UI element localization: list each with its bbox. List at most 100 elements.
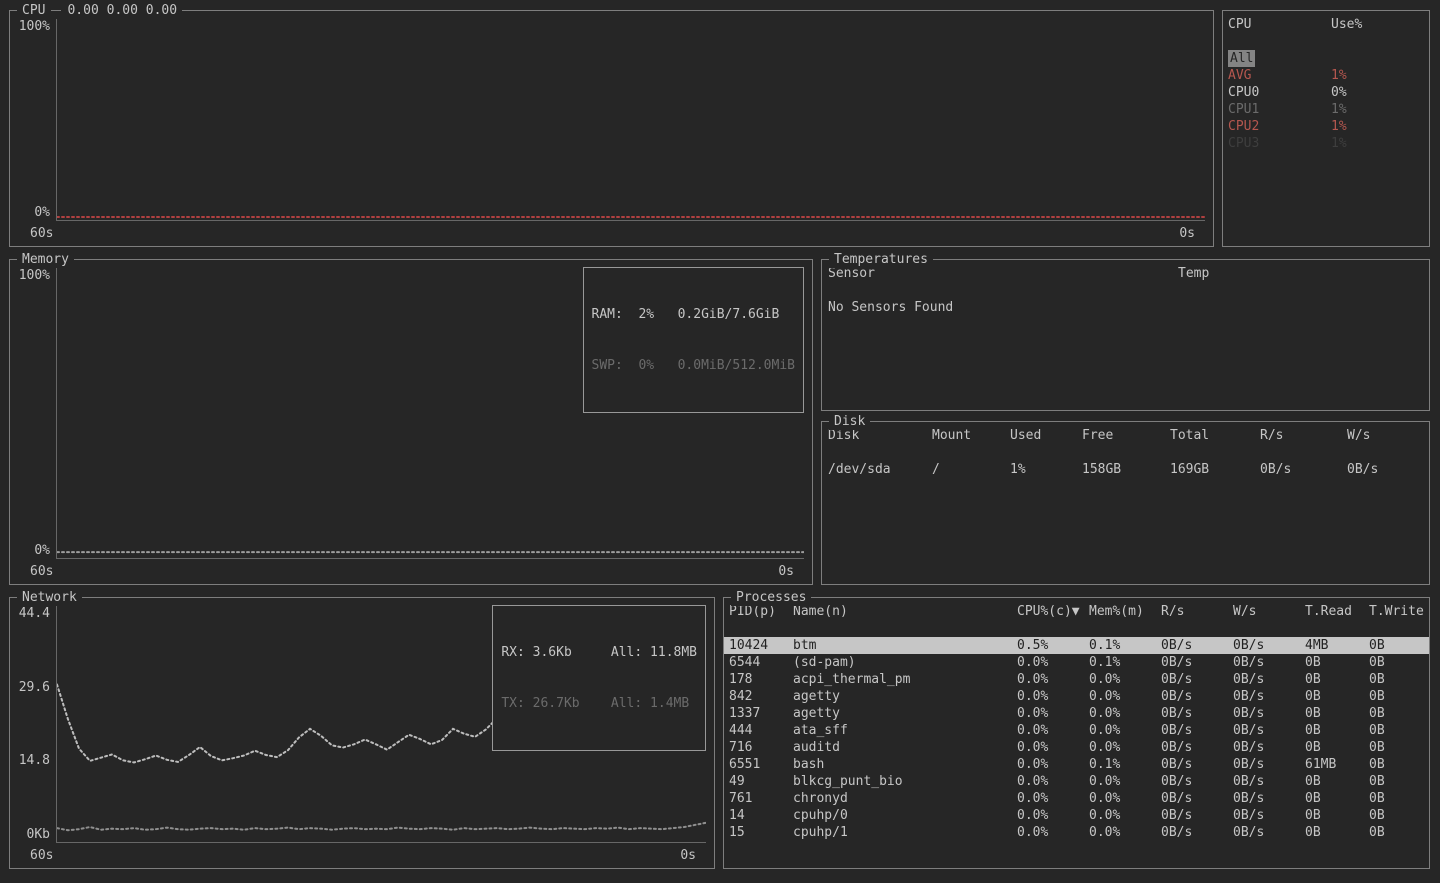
memory-legend: RAM: 2% 0.2GiB/7.6GiB SWP: 0% 0.0MiB/512… — [583, 267, 805, 413]
process-col-mem[interactable]: Mem%(m) — [1089, 603, 1161, 620]
process-cell-cpu: 0.0% — [1017, 756, 1089, 773]
cpu-legend-row-cpu2[interactable]: CPU21% — [1223, 118, 1429, 135]
process-cell-cpu: 0.0% — [1017, 739, 1089, 756]
process-row-blkcg_punt_bio[interactable]: 49blkcg_punt_bio0.0%0.0%0B/s0B/s0B0B — [724, 773, 1429, 790]
process-cell-tread: 0B — [1305, 807, 1369, 824]
process-cell-pid: 178 — [729, 671, 793, 688]
disk-col-used[interactable]: Used — [1010, 427, 1082, 444]
process-col-twrite[interactable]: T.Write — [1369, 603, 1429, 620]
cpu-y-max-label: 100% — [14, 18, 50, 35]
process-cell-w: 0B/s — [1233, 671, 1305, 688]
graph-line-rx-rate — [57, 823, 706, 830]
cpu-legend-row-cpu3[interactable]: CPU31% — [1223, 135, 1429, 152]
disk-col-ws[interactable]: W/s — [1347, 427, 1429, 444]
memory-x-left-label: 60s — [30, 563, 53, 580]
process-cell-pid: 6544 — [729, 654, 793, 671]
process-cell-r: 0B/s — [1161, 705, 1233, 722]
processes-header: PID(p) Name(n) CPU%(c)▼ Mem%(m) R/s W/s … — [724, 603, 1429, 620]
process-row-(sd-pam)[interactable]: 6544(sd-pam)0.0%0.1%0B/s0B/s0B0B — [724, 654, 1429, 671]
process-cell-pid: 842 — [729, 688, 793, 705]
temperatures-col-temp[interactable]: Temp — [1178, 265, 1429, 282]
process-cell-twrite: 0B — [1369, 739, 1429, 756]
memory-x-right-label: 0s — [778, 563, 794, 580]
process-cell-tread: 0B — [1305, 790, 1369, 807]
disk-col-mount[interactable]: Mount — [932, 427, 1010, 444]
process-row-acpi_thermal_pm[interactable]: 178acpi_thermal_pm0.0%0.0%0B/s0B/s0B0B — [724, 671, 1429, 688]
middle-row: Memory 100% 0% RAM: 2% 0.2GiB/7.6GiB SWP… — [9, 259, 1430, 585]
process-row-auditd[interactable]: 716auditd0.0%0.0%0B/s0B/s0B0B — [724, 739, 1429, 756]
disk-row[interactable]: /dev/sda / 1% 158GB 169GB 0B/s 0B/s — [822, 461, 1429, 478]
process-cell-twrite: 0B — [1369, 671, 1429, 688]
process-cell-name: agetty — [793, 688, 1017, 705]
bottom-row: Network 44.4 29.6 14.8 0Kb RX: 3.6Kb All… — [9, 597, 1430, 869]
process-cell-cpu: 0.5% — [1017, 637, 1089, 654]
process-row-cpuhp/1[interactable]: 15cpuhp/10.0%0.0%0B/s0B/s0B0B — [724, 824, 1429, 841]
disk-col-total[interactable]: Total — [1170, 427, 1260, 444]
cpu-legend-col-use[interactable]: Use% — [1331, 16, 1429, 33]
process-cell-twrite: 0B — [1369, 824, 1429, 841]
process-cell-r: 0B/s — [1161, 807, 1233, 824]
process-col-ws[interactable]: W/s — [1233, 603, 1305, 620]
disk-cell-rs: 0B/s — [1260, 461, 1347, 478]
memory-y-axis: 100% 0% — [14, 267, 56, 559]
process-col-tread[interactable]: T.Read — [1305, 603, 1369, 620]
cpu-legend-col-cpu[interactable]: CPU — [1228, 16, 1331, 33]
cpu-legend-row-cpu1[interactable]: CPU11% — [1223, 101, 1429, 118]
process-cell-cpu: 0.0% — [1017, 773, 1089, 790]
process-col-rs[interactable]: R/s — [1161, 603, 1233, 620]
process-cell-mem: 0.0% — [1089, 824, 1161, 841]
process-cell-mem: 0.0% — [1089, 705, 1161, 722]
process-cell-w: 0B/s — [1233, 705, 1305, 722]
process-row-cpuhp/0[interactable]: 14cpuhp/00.0%0.0%0B/s0B/s0B0B — [724, 807, 1429, 824]
process-cell-twrite: 0B — [1369, 654, 1429, 671]
process-cell-twrite: 0B — [1369, 790, 1429, 807]
process-cell-name: (sd-pam) — [793, 654, 1017, 671]
memory-panel[interactable]: Memory 100% 0% RAM: 2% 0.2GiB/7.6GiB SWP… — [9, 259, 813, 585]
process-cell-name: blkcg_punt_bio — [793, 773, 1017, 790]
process-cell-pid: 49 — [729, 773, 793, 790]
disk-col-rs[interactable]: R/s — [1260, 427, 1347, 444]
process-row-agetty[interactable]: 1337agetty0.0%0.0%0B/s0B/s0B0B — [724, 705, 1429, 722]
process-cell-cpu: 0.0% — [1017, 722, 1089, 739]
cpu-graph-canvas — [57, 18, 1205, 220]
process-row-btm[interactable]: 10424btm0.5%0.1%0B/s0B/s4MB0B — [724, 637, 1429, 654]
cpu-legend-panel[interactable]: CPU Use% AllAVG1%CPU00%CPU11%CPU21%CPU31… — [1222, 10, 1430, 247]
process-col-name[interactable]: Name(n) — [793, 603, 1017, 620]
disk-panel[interactable]: Disk Disk Mount Used Free Total R/s W/s … — [821, 421, 1430, 585]
process-cell-w: 0B/s — [1233, 756, 1305, 773]
disk-header: Disk Mount Used Free Total R/s W/s — [822, 427, 1429, 444]
process-cell-tread: 0B — [1305, 705, 1369, 722]
process-cell-cpu: 0.0% — [1017, 824, 1089, 841]
process-col-cpu[interactable]: CPU%(c)▼ — [1017, 603, 1089, 620]
process-cell-tread: 0B — [1305, 688, 1369, 705]
cpu-legend-row-avg[interactable]: AVG1% — [1223, 67, 1429, 84]
processes-panel[interactable]: Processes PID(p) Name(n) CPU%(c)▼ Mem%(m… — [723, 597, 1430, 869]
disk-col-free[interactable]: Free — [1082, 427, 1170, 444]
process-row-bash[interactable]: 6551bash0.0%0.1%0B/s0B/s61MB0B — [724, 756, 1429, 773]
temperatures-panel[interactable]: Temperatures Sensor Temp No Sensors Foun… — [821, 259, 1430, 411]
process-row-chronyd[interactable]: 761chronyd0.0%0.0%0B/s0B/s0B0B — [724, 790, 1429, 807]
cpu-x-left-label: 60s — [30, 225, 53, 242]
process-row-ata_sff[interactable]: 444ata_sff0.0%0.0%0B/s0B/s0B0B — [724, 722, 1429, 739]
cpu-panel-title: CPU 0.00 0.00 0.00 — [17, 2, 182, 19]
process-cell-r: 0B/s — [1161, 722, 1233, 739]
temperatures-empty-message: No Sensors Found — [822, 299, 1429, 316]
process-cell-cpu: 0.0% — [1017, 688, 1089, 705]
disk-panel-title: Disk — [829, 413, 870, 430]
memory-x-axis: 60s 0s — [14, 559, 804, 580]
process-cell-mem: 0.0% — [1089, 773, 1161, 790]
network-legend: RX: 3.6Kb All: 11.8MB TX: 26.7Kb All: 1.… — [492, 605, 706, 751]
process-cell-w: 0B/s — [1233, 807, 1305, 824]
network-panel[interactable]: Network 44.4 29.6 14.8 0Kb RX: 3.6Kb All… — [9, 597, 715, 869]
process-row-agetty[interactable]: 842agetty0.0%0.0%0B/s0B/s0B0B — [724, 688, 1429, 705]
network-graph: RX: 3.6Kb All: 11.8MB TX: 26.7Kb All: 1.… — [56, 605, 706, 843]
cpu-panel[interactable]: CPU 0.00 0.00 0.00 100% 0% 60s 0s — [9, 10, 1214, 247]
process-cell-tread: 0B — [1305, 654, 1369, 671]
cpu-legend-row-all[interactable]: All — [1223, 50, 1429, 67]
process-cell-pid: 1337 — [729, 705, 793, 722]
cpu-graph — [56, 18, 1205, 221]
cpu-legend-row-cpu0[interactable]: CPU00% — [1223, 84, 1429, 101]
disk-cell-disk: /dev/sda — [828, 461, 932, 478]
network-y-label-0: 0Kb — [14, 826, 50, 843]
process-cell-pid: 444 — [729, 722, 793, 739]
